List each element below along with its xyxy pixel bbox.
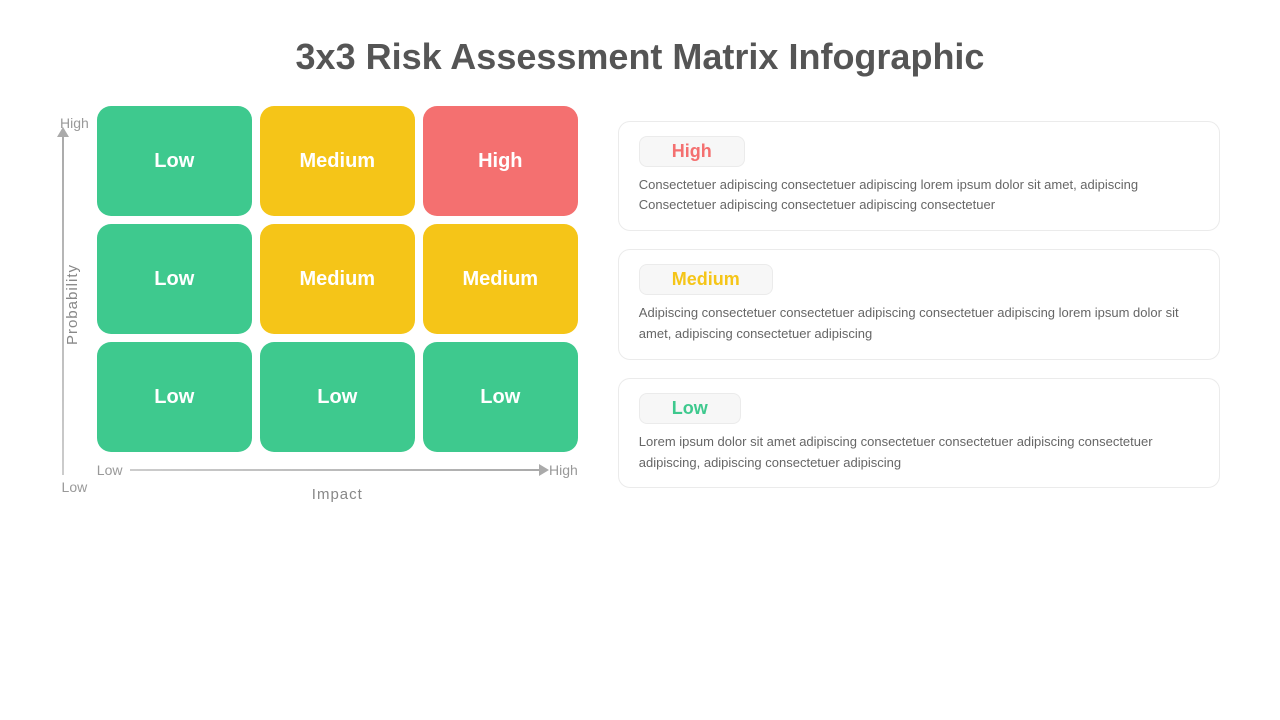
matrix-with-axes: High Probability Low Low Medium High xyxy=(60,106,578,503)
matrix-grid: Low Medium High Low Medium Medium Low Lo… xyxy=(97,106,578,452)
legend-card-medium: Medium Adipiscing consectetuer consectet… xyxy=(618,249,1220,360)
cell-1-2: Medium xyxy=(260,106,415,216)
cell-2-3: Medium xyxy=(423,224,578,334)
legend-title-high: High xyxy=(639,136,745,167)
x-axis-high-label: High xyxy=(549,462,578,478)
x-axis-line xyxy=(130,469,541,471)
matrix-right: Low Medium High Low Medium Medium Low Lo… xyxy=(97,106,578,503)
y-axis-label: Probability xyxy=(64,264,81,345)
legend-title-row-low: Low xyxy=(639,393,1199,424)
legend-title-row-medium: Medium xyxy=(639,264,1199,295)
x-axis-row: Low High xyxy=(97,462,578,478)
legend-title-row-high: High xyxy=(639,136,1199,167)
main-content: High Probability Low Low Medium High xyxy=(0,106,1280,503)
legend-title-medium: Medium xyxy=(639,264,773,295)
y-axis-container: High Probability Low xyxy=(60,115,89,495)
cell-3-1: Low xyxy=(97,342,252,452)
cell-3-2: Low xyxy=(260,342,415,452)
matrix-area: High Probability Low Low Medium High xyxy=(60,106,578,503)
cell-2-1: Low xyxy=(97,224,252,334)
legend-desc-high: Consectetuer adipiscing consectetuer adi… xyxy=(639,175,1199,217)
x-axis-low-label: Low xyxy=(97,462,123,478)
cell-3-3: Low xyxy=(423,342,578,452)
cell-1-1: Low xyxy=(97,106,252,216)
y-axis-low-label: Low xyxy=(62,479,88,495)
cell-1-3: High xyxy=(423,106,578,216)
cell-2-2: Medium xyxy=(260,224,415,334)
legend-card-low: Low Lorem ipsum dolor sit amet adipiscin… xyxy=(618,378,1220,489)
legend-area: High Consectetuer adipiscing consectetue… xyxy=(618,121,1220,489)
x-axis-area: Low High Impact xyxy=(97,462,578,503)
legend-title-low: Low xyxy=(639,393,741,424)
legend-card-high: High Consectetuer adipiscing consectetue… xyxy=(618,121,1220,232)
legend-desc-medium: Adipiscing consectetuer consectetuer adi… xyxy=(639,303,1199,345)
legend-desc-low: Lorem ipsum dolor sit amet adipiscing co… xyxy=(639,432,1199,474)
x-axis-label: Impact xyxy=(312,486,363,503)
page-title: 3x3 Risk Assessment Matrix Infographic xyxy=(296,36,985,78)
